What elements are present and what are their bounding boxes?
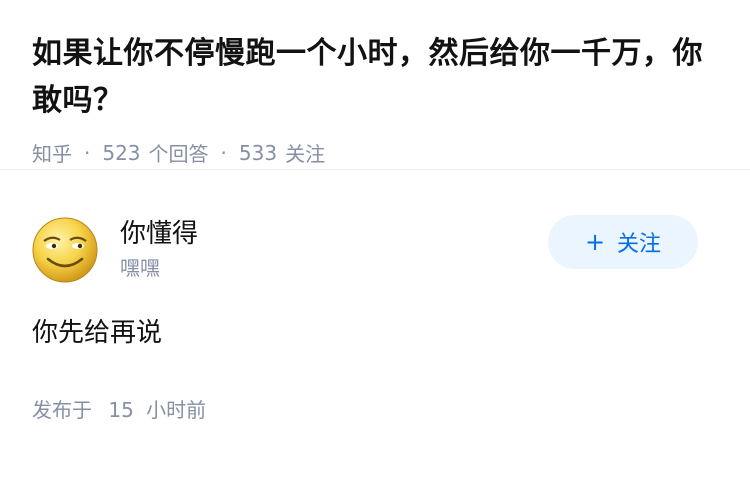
answer-content[interactable]: 你先给再说 (32, 316, 718, 350)
answer-card: 你懂得 嘿嘿 + 关注 你先给再说 发布于 15 小时前 (0, 200, 750, 423)
follow-count-label[interactable]: 关注 (285, 138, 325, 167)
author-row: 你懂得 嘿嘿 + 关注 (32, 200, 718, 300)
meta-separator: · (84, 140, 91, 165)
source-label[interactable]: 知乎 (32, 138, 72, 167)
time-unit: 小时前 (146, 398, 207, 422)
plus-icon: + (584, 228, 606, 256)
question-header: 如果让你不停慢跑一个小时，然后给你一千万，你敢吗？ 知乎 · 523 个回答 ·… (0, 0, 750, 170)
smiley-face-icon[interactable] (32, 217, 98, 283)
answer-count-label[interactable]: 个回答 (149, 138, 209, 167)
follow-button[interactable]: + 关注 (548, 215, 698, 269)
question-meta: 知乎 · 523 个回答 · 533 关注 (32, 138, 718, 167)
time-prefix: 发布于 (32, 398, 92, 422)
follow-count: 533 (238, 140, 278, 165)
meta-separator: · (220, 140, 227, 165)
author-name[interactable]: 你懂得 (120, 217, 198, 251)
author-info: 你懂得 嘿嘿 (120, 217, 198, 283)
question-title[interactable]: 如果让你不停慢跑一个小时，然后给你一千万，你敢吗？ (32, 30, 718, 124)
follow-button-label: 关注 (617, 232, 662, 257)
time-value: 15 (108, 398, 134, 422)
author-bio: 嘿嘿 (120, 256, 160, 280)
answer-count: 523 (102, 140, 141, 165)
answer-time: 发布于 15 小时前 (32, 394, 718, 423)
